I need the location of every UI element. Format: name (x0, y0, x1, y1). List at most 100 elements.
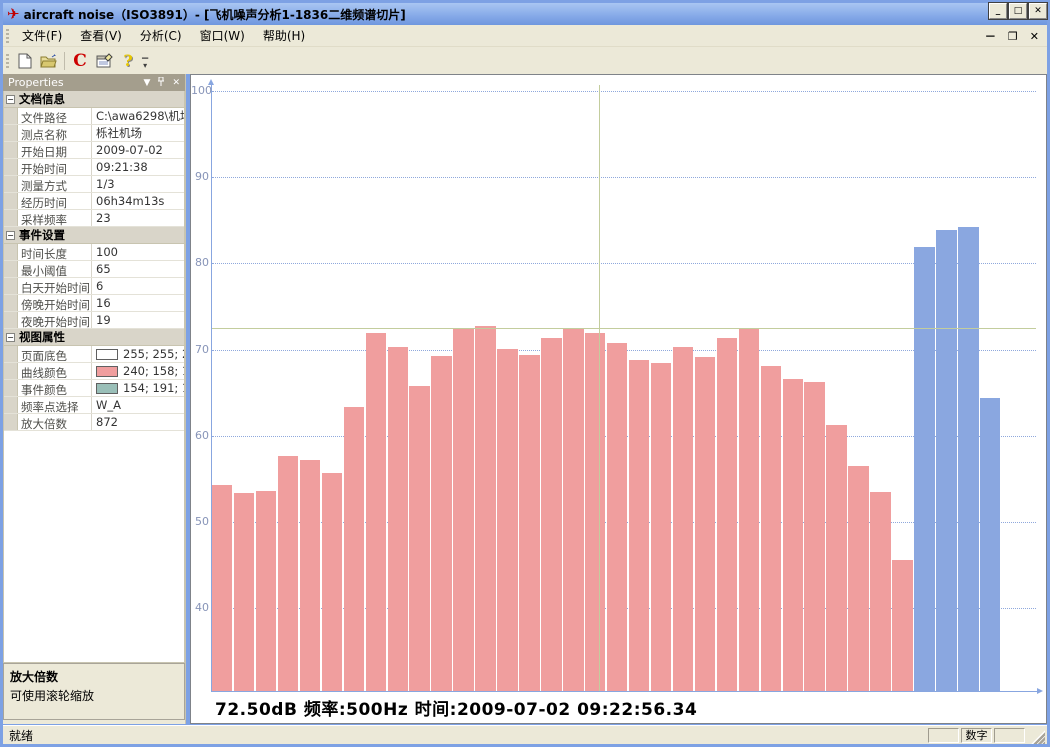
new-document-icon[interactable] (14, 51, 36, 71)
property-row-sample-rate[interactable]: 采样频率 23 (4, 210, 184, 227)
event-bar[interactable] (936, 230, 956, 691)
airplane-app-icon: ✈ (7, 7, 20, 22)
mdi-close-icon[interactable]: ✕ (1030, 30, 1039, 43)
toolbar-options-icon[interactable]: ▔▾ (142, 55, 148, 67)
collapse-icon[interactable]: − (6, 95, 15, 104)
property-row-file-path[interactable]: 文件路径 C:\awa6298\机场 (4, 108, 184, 125)
spectrum-bar[interactable] (585, 333, 605, 691)
spectrum-bar[interactable] (497, 349, 517, 691)
spectrum-bar[interactable] (541, 338, 561, 691)
spectrum-bar[interactable] (388, 347, 408, 691)
property-row-elapsed-time[interactable]: 经历时间 06h34m13s (4, 193, 184, 210)
menu-file[interactable]: 文件(F) (13, 24, 71, 47)
spectrum-bar[interactable] (278, 456, 298, 691)
category-view-properties[interactable]: − 视图属性 (4, 329, 184, 346)
property-row-site-name[interactable]: 测点名称 栎社机场 (4, 125, 184, 142)
spectrum-bar[interactable] (629, 360, 649, 691)
property-row-start-time[interactable]: 开始时间 09:21:38 (4, 159, 184, 176)
spectrum-bar-chart[interactable]: 100908070605040 (191, 75, 1046, 723)
menu-grip[interactable] (6, 29, 9, 43)
spectrum-bar[interactable] (651, 363, 671, 691)
property-row-night-start[interactable]: 夜晚开始时间 19 (4, 312, 184, 329)
spectrum-bar[interactable] (475, 326, 495, 691)
property-row-page-bg-color[interactable]: 页面底色 255; 255; 25 (4, 346, 184, 363)
property-row-start-date[interactable]: 开始日期 2009-07-02 (4, 142, 184, 159)
curve-color-swatch[interactable] (96, 366, 118, 377)
spectrum-bar[interactable] (300, 460, 320, 691)
property-row-frequency-select[interactable]: 频率点选择 W_A (4, 397, 184, 414)
spectrum-bar[interactable] (431, 356, 451, 691)
cursor-vertical-line[interactable] (599, 85, 600, 691)
panel-pin-icon[interactable] (157, 77, 165, 89)
minimize-button[interactable]: _ (989, 3, 1007, 19)
spectrum-bar[interactable] (695, 357, 715, 691)
spectrum-bar[interactable] (212, 485, 232, 691)
event-bar[interactable] (980, 398, 1000, 691)
page-bg-color-swatch[interactable] (96, 349, 118, 360)
c-badge-icon[interactable]: C (69, 51, 91, 71)
spectrum-bar[interactable] (870, 492, 890, 691)
collapse-icon[interactable]: − (6, 333, 15, 342)
panel-close-icon[interactable]: ✕ (172, 78, 180, 88)
collapse-icon[interactable]: − (6, 231, 15, 240)
spectrum-bar[interactable] (826, 425, 846, 691)
spectrum-bar[interactable] (519, 355, 539, 691)
mdi-restore-icon[interactable]: ❐ (1008, 30, 1018, 43)
event-bar[interactable] (914, 247, 934, 691)
spectrum-bar[interactable] (673, 347, 693, 691)
spectrum-bar[interactable] (804, 382, 824, 691)
spectrum-bar[interactable] (848, 466, 868, 691)
properties-panel-header[interactable]: Properties ▼ ✕ (3, 74, 185, 91)
menu-help[interactable]: 帮助(H) (254, 24, 314, 47)
spectrum-bar[interactable] (234, 493, 254, 691)
toolbar: C ? ▔▾ (3, 47, 1047, 74)
category-event-settings[interactable]: − 事件设置 (4, 227, 184, 244)
spectrum-bar[interactable] (892, 560, 912, 691)
property-row-zoom-factor[interactable]: 放大倍数 872 (4, 414, 184, 431)
spectrum-bar[interactable] (783, 379, 803, 691)
spectrum-bar[interactable] (409, 386, 429, 691)
open-folder-icon[interactable] (38, 51, 60, 71)
close-button[interactable]: ✕ (1029, 3, 1047, 19)
property-row-time-length[interactable]: 时间长度 100 (4, 244, 184, 261)
x-axis-arrow-icon (1037, 688, 1043, 694)
cursor-readout: 72.50dB 频率:500Hz 时间:2009-07-02 09:22:56.… (215, 695, 697, 720)
category-document-info[interactable]: − 文档信息 (4, 91, 184, 108)
spectrum-bar[interactable] (344, 407, 364, 691)
event-bar[interactable] (958, 227, 978, 691)
spectrum-bar[interactable] (322, 473, 342, 691)
help-icon[interactable]: ? (117, 51, 139, 71)
property-row-day-start[interactable]: 白天开始时间 6 (4, 278, 184, 295)
property-row-measure-mode[interactable]: 测量方式 1/3 (4, 176, 184, 193)
spectrum-bar[interactable] (563, 328, 583, 691)
spectrum-bar[interactable] (256, 491, 276, 691)
title-bar[interactable]: ✈ aircraft noise（ISO3891）- [飞机噪声分析1-1836… (3, 3, 1047, 25)
status-message: 就绪 (3, 727, 928, 744)
cursor-horizontal-line[interactable] (212, 328, 1036, 329)
spectrum-bar[interactable] (366, 333, 386, 691)
menu-window[interactable]: 窗口(W) (191, 24, 254, 47)
maximize-button[interactable]: □ (1009, 3, 1027, 19)
spectrum-bar[interactable] (607, 343, 627, 691)
properties-sheet-icon[interactable] (93, 51, 115, 71)
app-window: ✈ aircraft noise（ISO3891）- [飞机噪声分析1-1836… (0, 0, 1050, 747)
property-row-event-color[interactable]: 事件颜色 154; 191; 18 (4, 380, 184, 397)
spectrum-bar[interactable] (717, 338, 737, 691)
property-row-min-threshold[interactable]: 最小阈值 65 (4, 261, 184, 278)
properties-panel-title: Properties (8, 76, 137, 89)
menu-analysis[interactable]: 分析(C) (131, 24, 191, 47)
event-color-swatch[interactable] (96, 383, 118, 394)
status-pane-caps (928, 728, 959, 743)
menu-view[interactable]: 查看(V) (71, 24, 131, 47)
mdi-minimize-icon[interactable]: － (985, 28, 996, 44)
spectrum-bar[interactable] (453, 329, 473, 691)
toolbar-grip[interactable] (6, 54, 9, 68)
property-row-evening-start[interactable]: 傍晚开始时间 16 (4, 295, 184, 312)
window-title: aircraft noise（ISO3891）- [飞机噪声分析1-1836二维… (24, 6, 406, 23)
resize-grip-icon[interactable] (1031, 730, 1045, 744)
spectrum-bar[interactable] (761, 366, 781, 691)
spectrum-bar[interactable] (739, 329, 759, 691)
panel-dropdown-icon[interactable]: ▼ (144, 78, 151, 88)
property-row-curve-color[interactable]: 曲线颜色 240; 158; 15 (4, 363, 184, 380)
spectrum-chart-window: 100908070605040 72.50dB 频率:500Hz 时间:2009… (190, 74, 1047, 724)
